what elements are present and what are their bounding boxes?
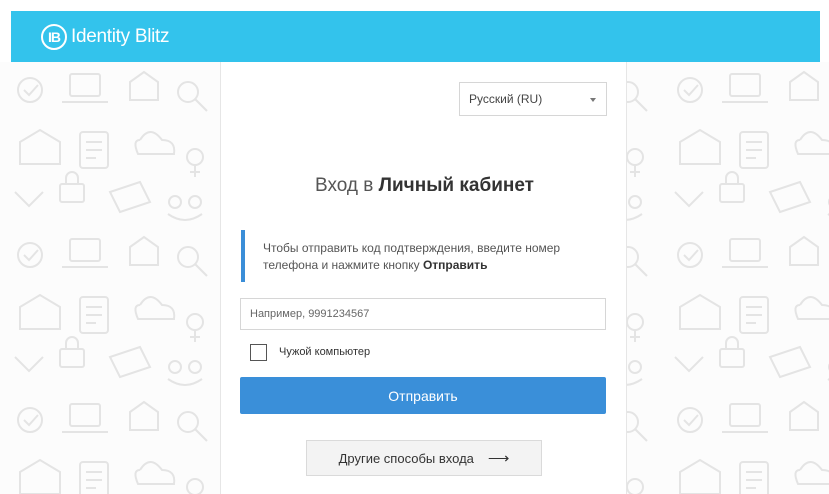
submit-button[interactable]: Отправить bbox=[240, 377, 606, 414]
info-text: Чтобы отправить код подтверждения, введи… bbox=[263, 241, 561, 272]
language-select-value: Русский (RU) bbox=[469, 92, 543, 106]
chevron-down-icon bbox=[590, 98, 596, 102]
other-methods-label: Другие способы входа bbox=[338, 450, 474, 466]
page-title-emphasis: Личный кабинет bbox=[378, 175, 534, 196]
phone-input[interactable] bbox=[240, 298, 606, 330]
foreign-computer-label[interactable]: Чужой компьютер bbox=[279, 346, 370, 358]
language-select[interactable]: Русский (RU) bbox=[459, 82, 607, 116]
foreign-computer-checkbox[interactable] bbox=[250, 343, 267, 361]
info-notice: Чтобы отправить код подтверждения, введи… bbox=[241, 230, 611, 282]
info-button-ref: Отправить bbox=[422, 258, 488, 272]
app-header: IB Identity Blitz bbox=[11, 11, 820, 62]
page-title: Вход в Личный кабинет bbox=[221, 175, 628, 197]
login-panel: Русский (RU) Вход в Личный кабинет Чтобы… bbox=[220, 62, 627, 494]
logo-icon: IB bbox=[41, 23, 67, 50]
submit-button-label: Отправить bbox=[388, 387, 458, 404]
page-title-prefix: Вход в bbox=[315, 175, 374, 196]
other-methods-button[interactable]: Другие способы входа ⟶ bbox=[306, 440, 542, 476]
brand-name: Identity Blitz bbox=[71, 25, 170, 47]
arrow-right-icon: ⟶ bbox=[487, 450, 510, 467]
foreign-computer-row[interactable]: Чужой компьютер bbox=[250, 343, 370, 361]
